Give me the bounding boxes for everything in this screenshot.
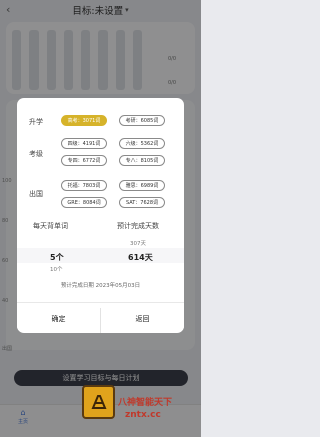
option-ielts[interactable]: 雅思：6989词 (119, 180, 165, 191)
option-gre[interactable]: GRE：8084词 (61, 197, 107, 208)
group-label-chuguo: 出国 (29, 190, 43, 198)
watermark-title: 八神智能天下 (118, 398, 173, 408)
option-tem4[interactable]: 专四：6772词 (61, 155, 107, 166)
goal-picker-modal: 升学 高考：3071词 考研：6085词 考级 四级：4191词 六级：5362… (17, 98, 184, 333)
group-label-kaoji: 考级 (29, 150, 43, 158)
daily-words-header: 每天背单词 (33, 222, 68, 230)
back-button[interactable]: 返回 (101, 308, 184, 330)
confirm-button[interactable]: 确定 (17, 308, 100, 330)
option-label: GRE：8084词 (67, 200, 101, 206)
days-header: 预计完成天数 (117, 222, 159, 230)
option-label: 专八：8105词 (125, 158, 159, 164)
days-option: 307天 (130, 241, 146, 247)
daily-words-option: 10个 (50, 267, 63, 273)
finish-date: 预计完成日期 2023年05月03日 (60, 283, 141, 289)
option-cet4[interactable]: 四级：4191词 (61, 138, 107, 149)
days-value[interactable]: 614天 (128, 252, 153, 263)
option-kaoyan[interactable]: 考研：6085词 (119, 115, 165, 126)
option-label: SAT：7628词 (125, 200, 159, 206)
option-label: 高考：3071词 (67, 118, 101, 124)
option-label: 四级：4191词 (67, 141, 101, 147)
picker-highlight (17, 248, 184, 263)
option-tem8[interactable]: 专八：8105词 (119, 155, 165, 166)
brush-icon (91, 395, 106, 409)
button-divider (17, 302, 184, 303)
option-sat[interactable]: SAT：7628词 (119, 197, 165, 208)
option-cet6[interactable]: 六级：5362词 (119, 138, 165, 149)
group-label-shengxue: 升学 (29, 118, 43, 126)
option-label: 考研：6085词 (125, 118, 159, 124)
option-label: 托福：7803词 (67, 183, 101, 189)
daily-words-picker[interactable]: 5个 (50, 252, 64, 263)
option-label: 雅思：6989词 (125, 183, 159, 189)
watermark-url: zntx.cc (125, 410, 161, 420)
option-label: 专四：6772词 (67, 158, 101, 164)
option-label: 六级：5362词 (125, 141, 159, 147)
option-toefl[interactable]: 托福：7803词 (61, 180, 107, 191)
watermark-logo-icon (82, 385, 115, 419)
option-gaokao[interactable]: 高考：3071词 (61, 115, 107, 126)
